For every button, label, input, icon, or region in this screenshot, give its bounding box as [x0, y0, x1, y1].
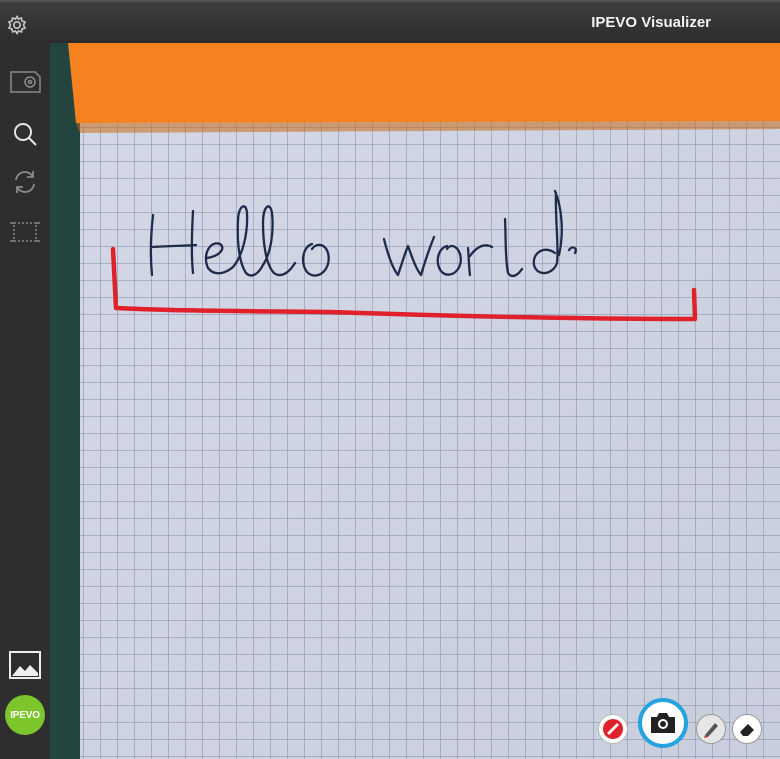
- gear-icon[interactable]: [6, 14, 28, 36]
- bottom-toolbar: [596, 696, 768, 758]
- orange-pad: [68, 43, 780, 123]
- crop-icon[interactable]: [6, 215, 44, 249]
- camera-source-icon[interactable]: [6, 65, 44, 99]
- gallery-icon[interactable]: [9, 651, 41, 679]
- camera-view: [50, 43, 780, 759]
- rotate-icon[interactable]: [6, 165, 44, 199]
- magnifier-icon[interactable]: [6, 117, 44, 151]
- camera-feed: [50, 43, 780, 759]
- pen-icon[interactable]: [696, 714, 726, 744]
- pen-color-icon[interactable]: [598, 714, 628, 744]
- window-title: IPEVO Visualizer: [591, 14, 711, 31]
- ipevo-logo: IPEVO: [5, 695, 45, 735]
- capture-camera-icon[interactable]: [638, 698, 688, 748]
- eraser-icon[interactable]: [732, 714, 762, 744]
- sidebar: IPEVO: [0, 43, 50, 759]
- title-bar: IPEVO Visualizer: [0, 0, 780, 43]
